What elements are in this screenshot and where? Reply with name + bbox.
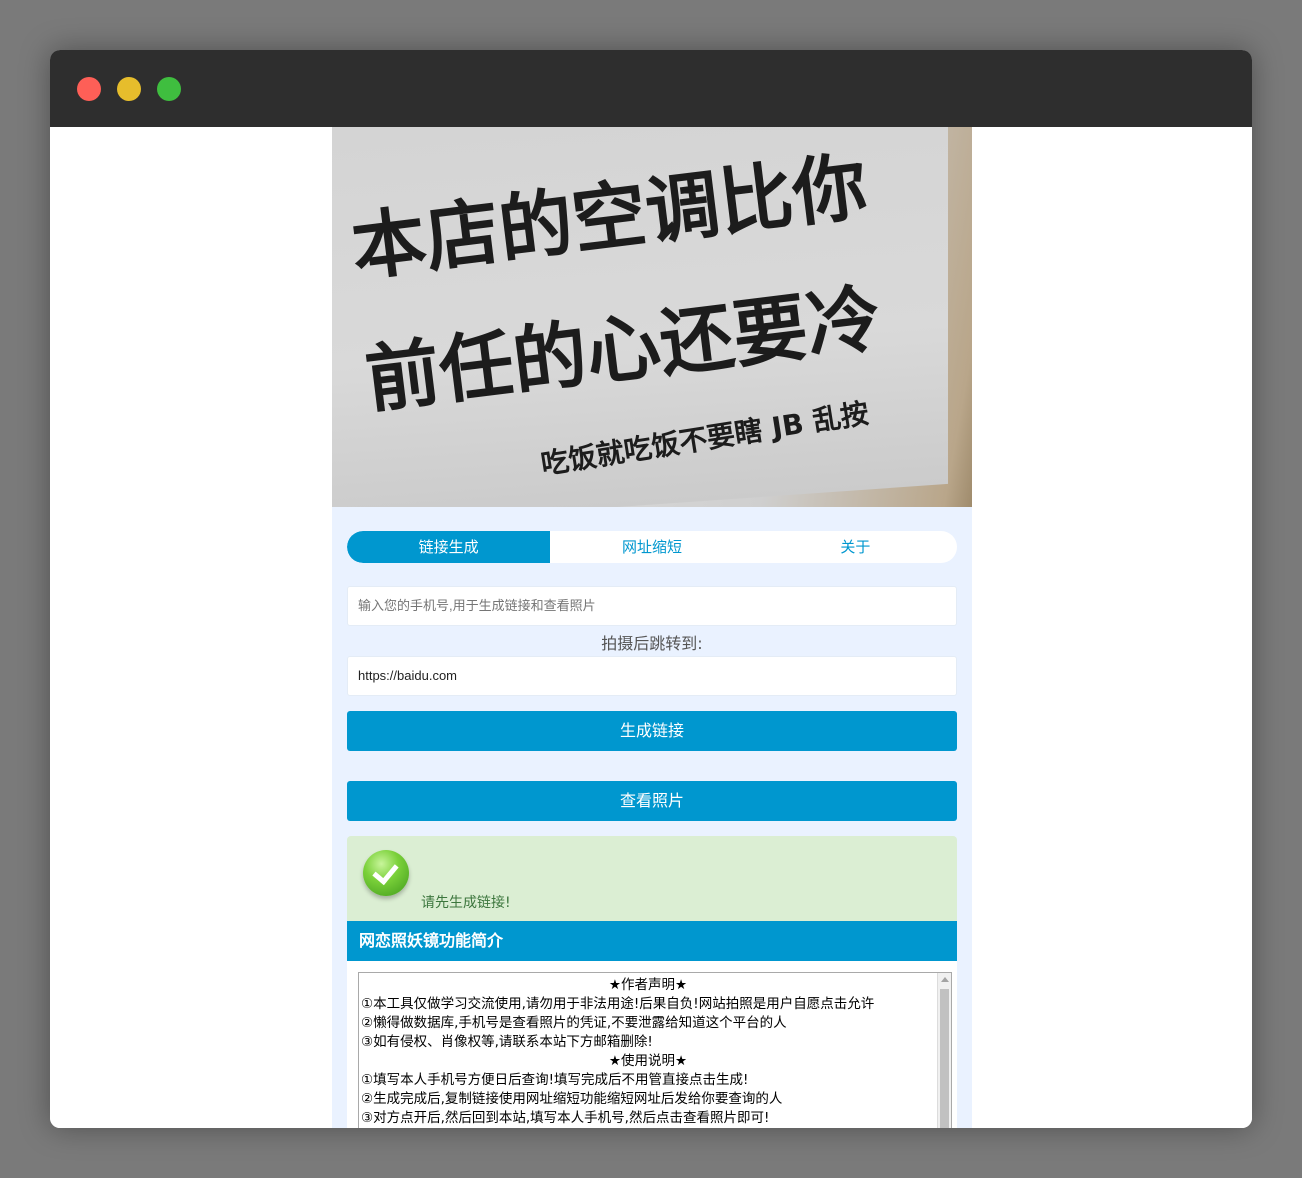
note-line: ③对方点开后,然后回到本站,填写本人手机号,然后点击查看照片即可!	[361, 1110, 770, 1126]
panel-title: 网恋照妖镜功能简介	[347, 921, 957, 961]
author-heading: ★作者声明★	[608, 977, 688, 993]
scroll-thumb[interactable]	[940, 989, 949, 1128]
panel-body: ★作者声明★ ①本工具仅做学习交流使用,请勿用于非法用途!后果自负!网站拍照是用…	[347, 961, 957, 1128]
browser-window: 本店的空调比你 前任的心还要冷 吃饭就吃饭不要瞎 JB 乱按 链接生成 网址缩短…	[50, 50, 1252, 1128]
main-column: 本店的空调比你 前任的心还要冷 吃饭就吃饭不要瞎 JB 乱按 链接生成 网址缩短…	[332, 127, 972, 1128]
view-photos-button[interactable]: 查看照片	[347, 781, 957, 821]
note-line: ①本工具仅做学习交流使用,请勿用于非法用途!后果自负!网站拍照是用户自愿点击允许	[361, 996, 875, 1012]
close-window-button[interactable]	[77, 77, 101, 101]
status-alert: 请先生成链接!	[347, 836, 957, 921]
hero-image: 本店的空调比你 前任的心还要冷 吃饭就吃饭不要瞎 JB 乱按	[332, 127, 972, 507]
minimize-window-button[interactable]	[117, 77, 141, 101]
redirect-url-input[interactable]: https://baidu.com	[347, 656, 957, 696]
tab-about[interactable]: 关于	[754, 531, 957, 563]
tab-bar: 链接生成 网址缩短 关于	[347, 531, 957, 563]
notes-scrollbar[interactable]	[937, 973, 951, 1128]
phone-input[interactable]: 输入您的手机号,用于生成链接和查看照片	[347, 586, 957, 626]
usage-heading: ★使用说明★	[608, 1053, 688, 1069]
maximize-window-button[interactable]	[157, 77, 181, 101]
redirect-label: 拍摄后跳转到:	[601, 634, 703, 653]
tab-url-shorten[interactable]: 网址缩短	[550, 531, 753, 563]
page-content: 本店的空调比你 前任的心还要冷 吃饭就吃饭不要瞎 JB 乱按 链接生成 网址缩短…	[50, 127, 1252, 1128]
check-icon	[363, 850, 409, 896]
generate-link-button[interactable]: 生成链接	[347, 711, 957, 751]
notes-textarea[interactable]: ★作者声明★ ①本工具仅做学习交流使用,请勿用于非法用途!后果自负!网站拍照是用…	[358, 972, 952, 1128]
scroll-up-icon[interactable]	[941, 977, 949, 982]
note-line: ③如有侵权、肖像权等,请联系本站下方邮箱删除!	[361, 1034, 653, 1050]
tab-link-generate[interactable]: 链接生成	[347, 531, 551, 563]
window-titlebar	[50, 50, 1252, 127]
status-message: 请先生成链接!	[421, 895, 511, 911]
note-line: ②懒得做数据库,手机号是查看照片的凭证,不要泄露给知道这个平台的人	[361, 1015, 787, 1031]
note-line: ①填写本人手机号方便日后查询!填写完成后不用管直接点击生成!	[361, 1072, 749, 1088]
note-line: ②生成完成后,复制链接使用网址缩短功能缩短网址后发给你要查询的人	[361, 1091, 783, 1107]
